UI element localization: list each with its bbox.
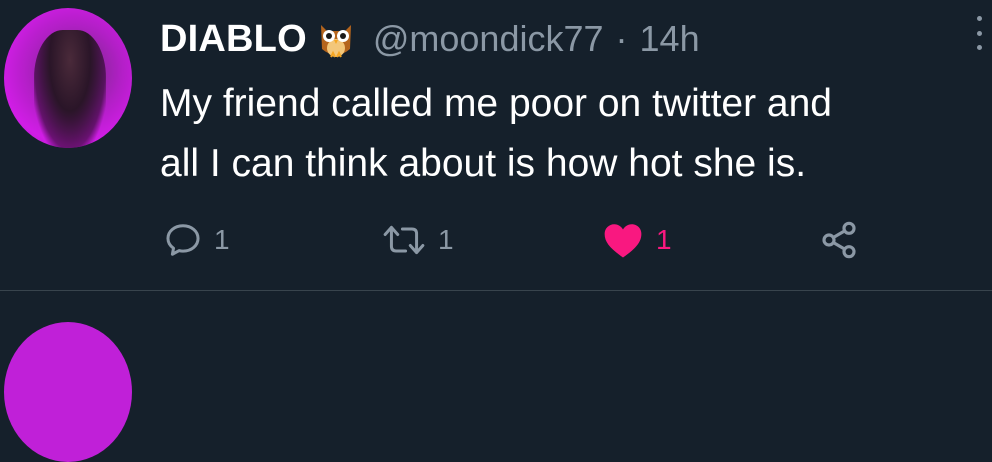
tweet-header: DIABLO @moondick77 · 14h [160, 14, 700, 64]
reply-icon [166, 224, 200, 256]
tweet-actions: 1 1 1 [160, 218, 980, 262]
like-button[interactable]: 1 [602, 218, 672, 262]
author-display-name[interactable]: DIABLO [160, 18, 307, 61]
tweet-text-line: My friend called me poor on twitter and [160, 82, 832, 125]
avatar-photo [34, 30, 106, 148]
dot [976, 16, 982, 21]
tweet[interactable]: DIABLO @moondick77 · 14h My friend calle… [0, 0, 992, 291]
retweet-button[interactable]: 1 [382, 218, 454, 262]
dot [976, 30, 982, 36]
dot [976, 45, 982, 50]
retweet-count: 1 [438, 224, 454, 255]
next-tweet-avatar[interactable] [4, 322, 132, 462]
tweet-timestamp[interactable]: 14h [640, 18, 700, 60]
retweet-icon [383, 225, 425, 255]
share-icon [822, 221, 856, 259]
author-handle[interactable]: @moondick77 [373, 18, 604, 60]
reply-button[interactable]: 1 [164, 218, 230, 262]
header-separator: · [615, 18, 628, 59]
reply-count: 1 [214, 224, 230, 255]
tweet-text: My friend called me poor on twitter and … [160, 74, 980, 194]
tweet-text-line: all I can think about is how hot she is. [160, 142, 807, 185]
share-button[interactable] [818, 218, 860, 262]
owl-emoji-icon [317, 19, 355, 59]
more-options-icon[interactable] [972, 16, 986, 50]
like-count: 1 [656, 224, 672, 255]
heart-filled-icon [604, 224, 642, 258]
author-avatar[interactable] [4, 8, 132, 148]
tweet-divider [0, 290, 992, 291]
